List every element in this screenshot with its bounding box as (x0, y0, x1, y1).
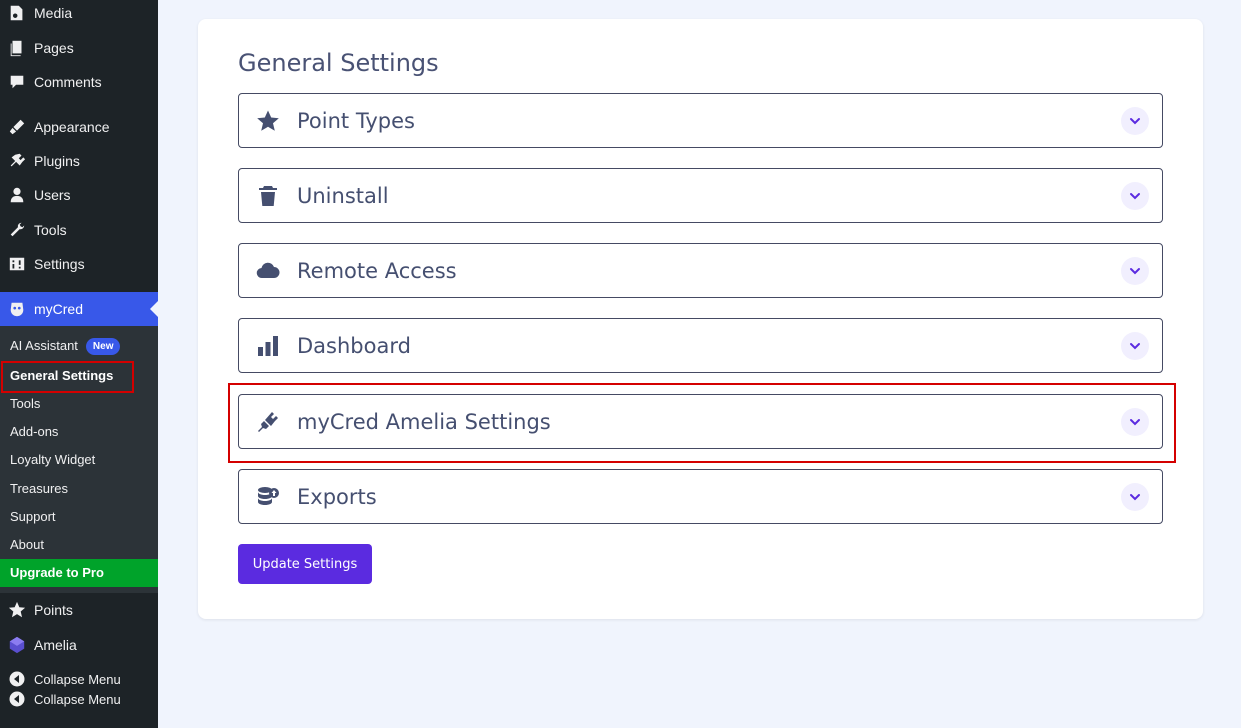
current-item-highlight (1, 361, 134, 393)
chevron-down-icon[interactable] (1121, 181, 1149, 210)
submenu-tools[interactable]: Tools (10, 394, 40, 414)
section-label: Exports (297, 484, 377, 509)
menu-plugins[interactable]: Plugins (0, 144, 158, 178)
menu-mycred[interactable]: myCred (0, 292, 158, 326)
submenu-support[interactable]: Support (10, 507, 56, 527)
settings-card: General Settings Point Types Uninstall R… (198, 19, 1203, 619)
menu-label: Plugins (34, 153, 80, 169)
collapse-icon (0, 691, 34, 707)
section-remote-access[interactable]: Remote Access (238, 243, 1163, 298)
upgrade-to-pro-link[interactable]: Upgrade to Pro (0, 559, 158, 587)
menu-media[interactable]: Media (0, 0, 158, 30)
menu-pages[interactable]: Pages (0, 31, 158, 65)
menu-label: Amelia (34, 637, 77, 653)
submenu-ai-assistant[interactable]: AI Assistant New (10, 336, 121, 356)
database-export-icon (239, 485, 297, 509)
menu-appearance[interactable]: Appearance (0, 110, 158, 144)
section-label: Remote Access (297, 258, 457, 283)
users-icon (0, 186, 34, 204)
menu-users[interactable]: Users (0, 178, 158, 212)
pages-icon (0, 39, 34, 57)
menu-points[interactable]: Points (0, 593, 158, 627)
submenu-loyalty-widget[interactable]: Loyalty Widget (10, 450, 95, 470)
section-label: Dashboard (297, 333, 411, 358)
section-uninstall[interactable]: Uninstall (238, 168, 1163, 223)
chevron-down-icon[interactable] (1121, 106, 1149, 135)
menu-label: Comments (34, 74, 102, 90)
mycred-icon (0, 300, 34, 318)
menu-label: Appearance (34, 119, 110, 135)
menu-label: Users (34, 187, 71, 203)
highlight-box (228, 383, 1176, 463)
amelia-icon (0, 636, 34, 654)
chevron-down-icon[interactable] (1121, 256, 1149, 285)
submenu-treasures[interactable]: Treasures (10, 479, 68, 499)
update-settings-button[interactable]: Update Settings (238, 544, 372, 584)
settings-icon (0, 255, 34, 273)
star-icon (239, 109, 297, 133)
menu-label: myCred (34, 301, 84, 317)
submenu-add-ons[interactable]: Add-ons (10, 422, 58, 442)
collapse-label: Collapse Menu (34, 671, 121, 687)
trash-icon (239, 184, 297, 208)
submenu-label: AI Assistant (10, 338, 78, 353)
chevron-down-icon[interactable] (1121, 482, 1149, 511)
cloud-icon (239, 259, 297, 283)
media-icon (0, 4, 34, 22)
menu-label: Settings (34, 256, 85, 272)
menu-comments[interactable]: Comments (0, 65, 158, 99)
section-dashboard[interactable]: Dashboard (238, 318, 1163, 373)
plugins-icon (0, 152, 34, 170)
appearance-icon (0, 118, 34, 136)
menu-settings[interactable]: Settings (0, 247, 158, 281)
collapse-menu-button[interactable]: Collapse Menu (0, 669, 158, 689)
menu-label: Media (34, 5, 73, 21)
menu-tools[interactable]: Tools (0, 213, 158, 247)
bar-chart-icon (239, 334, 297, 358)
menu-label: Tools (34, 222, 67, 238)
section-point-types[interactable]: Point Types (238, 93, 1163, 148)
submenu-about[interactable]: About (10, 535, 44, 555)
star-icon (0, 601, 34, 619)
menu-amelia[interactable]: Amelia (0, 628, 158, 662)
collapse-label: Collapse Menu (34, 691, 121, 707)
chevron-down-icon[interactable] (1121, 331, 1149, 360)
menu-label: Pages (34, 40, 74, 56)
section-label: Point Types (297, 108, 415, 133)
comments-icon (0, 73, 34, 91)
page-title: General Settings (238, 49, 439, 77)
collapse-menu-button[interactable]: Collapse Menu (0, 689, 158, 709)
admin-sidebar: Media Pages Comments Appearance Plugins … (0, 0, 158, 728)
section-label: Uninstall (297, 183, 389, 208)
new-badge: New (85, 338, 121, 355)
collapse-icon (0, 671, 34, 687)
menu-label: Points (34, 602, 73, 618)
tools-icon (0, 221, 34, 239)
section-exports[interactable]: Exports (238, 469, 1163, 524)
